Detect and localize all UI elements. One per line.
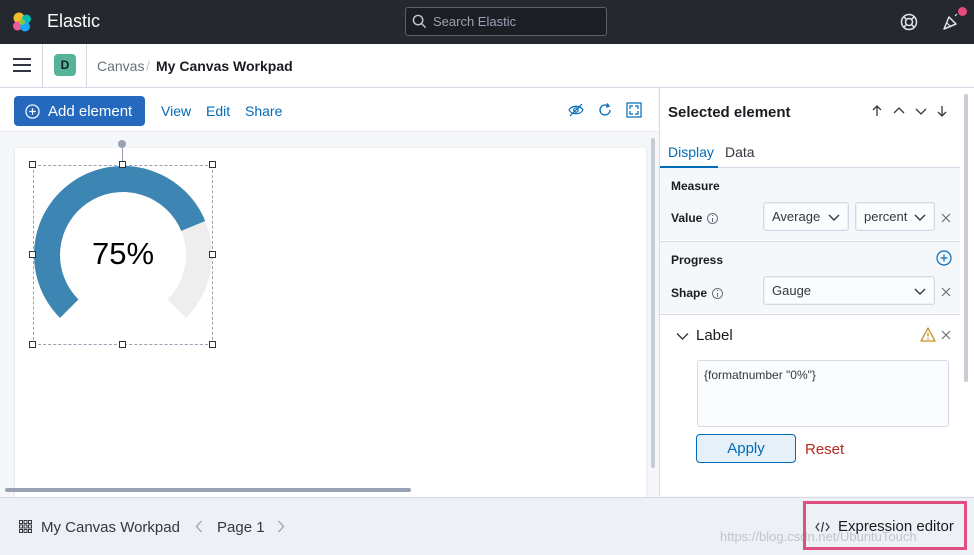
shape-label: Shape — [671, 286, 724, 300]
remove-label-icon[interactable] — [941, 330, 951, 340]
chevron-down-icon — [914, 288, 926, 295]
tab-display[interactable]: Display — [668, 144, 714, 160]
shape-select[interactable]: Gauge — [763, 276, 935, 305]
workpad-footer: My Canvas Workpad Page 1 https://blog.cs… — [0, 497, 974, 555]
measure-function-select[interactable]: Average — [763, 202, 849, 231]
progress-heading: Progress — [671, 253, 724, 267]
top-header: Elastic — [0, 0, 974, 44]
info-icon[interactable] — [712, 287, 724, 299]
search-icon — [412, 14, 427, 29]
chevron-right-icon[interactable] — [277, 520, 285, 533]
space-avatar[interactable]: D — [54, 54, 76, 76]
shape-label-text: Shape — [671, 286, 708, 300]
label-heading: Label — [696, 327, 733, 344]
arrow-down-icon[interactable] — [935, 104, 949, 118]
notification-dot — [958, 7, 967, 16]
chevron-down-icon[interactable] — [676, 332, 689, 341]
divider — [86, 44, 87, 88]
edit-menu[interactable]: Edit — [206, 103, 230, 119]
label-expression-input[interactable] — [697, 360, 949, 427]
eye-closed-icon[interactable] — [568, 102, 584, 118]
stage-vertical-scrollbar[interactable] — [651, 138, 655, 468]
plus-circle-icon — [25, 103, 40, 119]
measure-function-value: Average — [772, 209, 821, 224]
progress-section: Progress Shape Gauge — [660, 241, 960, 313]
view-menu[interactable]: View — [161, 103, 191, 119]
measure-heading: Measure — [671, 179, 720, 193]
value-label: Value — [671, 211, 719, 225]
add-element-button[interactable]: Add element — [14, 96, 145, 126]
chevron-left-icon[interactable] — [195, 520, 203, 533]
resize-handle[interactable] — [29, 341, 36, 348]
sidebar-vertical-scrollbar[interactable] — [964, 94, 968, 382]
footer-workpad-name[interactable]: My Canvas Workpad — [41, 519, 180, 536]
measure-field-select[interactable]: percent — [855, 202, 935, 231]
value-label-text: Value — [671, 211, 703, 225]
apply-button[interactable]: Apply — [696, 434, 796, 463]
chevron-down-icon[interactable] — [914, 104, 928, 118]
expression-editor-label: Expression editor — [838, 518, 954, 535]
breadcrumb-current: My Canvas Workpad — [156, 58, 293, 74]
remove-measure-icon[interactable] — [941, 213, 951, 223]
breadcrumb-canvas[interactable]: Canvas — [97, 58, 144, 74]
search-input[interactable] — [433, 14, 603, 29]
resize-handle[interactable] — [29, 251, 36, 258]
resize-handle[interactable] — [29, 161, 36, 168]
divider — [42, 44, 43, 88]
breadcrumb-bar: D Canvas / My Canvas Workpad — [0, 44, 974, 88]
menu-icon[interactable] — [12, 56, 32, 74]
warning-icon[interactable] — [920, 327, 936, 342]
workpad-toolbar: Add element View Edit Share — [0, 88, 658, 132]
global-search[interactable] — [405, 7, 607, 36]
brand-name: Elastic — [47, 11, 101, 31]
add-element-label: Add element — [48, 102, 133, 120]
page-grid-icon[interactable] — [19, 520, 32, 533]
reset-button[interactable]: Reset — [805, 441, 844, 458]
help-icon[interactable] — [899, 12, 919, 32]
remove-shape-icon[interactable] — [941, 287, 951, 297]
chevron-down-icon — [828, 214, 840, 221]
sidebar-tabs: Display Data — [660, 140, 960, 168]
resize-handle[interactable] — [209, 251, 216, 258]
elastic-logo-icon[interactable] — [10, 10, 34, 34]
horizontal-scrollbar[interactable] — [5, 488, 411, 492]
arrow-up-icon[interactable] — [870, 104, 884, 118]
chevron-down-icon — [914, 214, 926, 221]
newsfeed-icon[interactable] — [941, 12, 961, 32]
add-argument-icon[interactable] — [936, 250, 952, 266]
fullscreen-icon[interactable] — [626, 102, 642, 118]
rotation-handle[interactable] — [118, 140, 126, 148]
page-indicator: Page 1 — [217, 519, 265, 536]
code-icon — [815, 521, 830, 532]
sidebar-title: Selected element — [668, 104, 791, 121]
selection-box[interactable] — [33, 165, 213, 345]
resize-handle[interactable] — [119, 341, 126, 348]
measure-field-value: percent — [864, 209, 908, 224]
shape-select-value: Gauge — [772, 283, 812, 298]
refresh-icon[interactable] — [597, 102, 613, 118]
chevron-up-icon[interactable] — [892, 104, 906, 118]
resize-handle[interactable] — [209, 341, 216, 348]
measure-section: Measure Value Average percent — [660, 168, 960, 240]
expression-editor-button[interactable]: Expression editor — [815, 518, 954, 535]
resize-handle[interactable] — [209, 161, 216, 168]
tab-data[interactable]: Data — [725, 144, 755, 160]
breadcrumb-separator: / — [146, 58, 150, 74]
share-menu[interactable]: Share — [245, 103, 282, 119]
resize-handle[interactable] — [119, 161, 126, 168]
info-icon[interactable] — [707, 212, 719, 224]
